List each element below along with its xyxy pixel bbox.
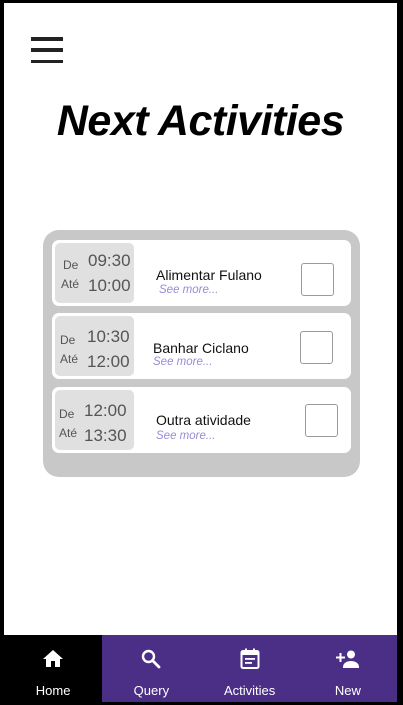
done-checkbox[interactable]	[301, 263, 334, 296]
to-label: Até	[61, 277, 80, 291]
time-range: De Até 09:30 10:00	[55, 243, 134, 303]
to-label: Até	[60, 352, 79, 366]
see-more-link[interactable]: See more...	[156, 430, 215, 442]
activity-card: De Até 09:30 10:00 Alimentar Fulano See …	[52, 240, 351, 306]
nav-item-home[interactable]: Home	[4, 635, 103, 702]
done-checkbox[interactable]	[300, 331, 333, 364]
activity-card: De Até 10:30 12:00 Banhar Ciclano See mo…	[52, 313, 351, 379]
activity-title: Outra atividade	[156, 412, 251, 428]
activity-card: De Até 12:00 13:30 Outra atividade See m…	[52, 387, 351, 453]
time-range: De Até 10:30 12:00	[55, 316, 134, 376]
start-time: 10:30	[87, 327, 130, 346]
calendar-icon	[240, 648, 260, 669]
nav-label: New	[334, 683, 361, 698]
end-time: 10:00	[88, 276, 131, 295]
from-label: De	[59, 407, 75, 421]
menu-bar	[31, 37, 63, 41]
menu-bar	[31, 59, 63, 63]
nav-label: Activities	[223, 683, 276, 698]
nav-label: Query	[133, 683, 170, 698]
done-checkbox[interactable]	[305, 404, 338, 437]
activities-panel: De Até 09:30 10:00 Alimentar Fulano See …	[43, 230, 360, 477]
search-icon	[142, 649, 161, 669]
nav-item-new[interactable]: New	[299, 635, 397, 702]
add-person-icon	[335, 650, 359, 668]
from-label: De	[60, 333, 76, 347]
page-title: Next Activities	[56, 97, 345, 145]
hamburger-menu-icon[interactable]	[31, 37, 65, 63]
start-time: 12:00	[84, 401, 127, 420]
to-label: Até	[59, 426, 78, 440]
nav-item-query[interactable]: Query	[102, 635, 200, 702]
end-time: 12:00	[87, 352, 130, 371]
menu-bar	[31, 48, 63, 52]
end-time: 13:30	[84, 426, 127, 445]
activity-title: Alimentar Fulano	[156, 267, 262, 283]
home-icon	[43, 650, 64, 667]
start-time: 09:30	[88, 251, 131, 270]
time-range: De Até 12:00 13:30	[55, 390, 134, 450]
from-label: De	[63, 258, 79, 272]
see-more-link[interactable]: See more...	[153, 356, 212, 368]
activity-title: Banhar Ciclano	[153, 340, 249, 356]
app-screen: Next Activities De Até 09:30 10:00 Alime…	[4, 3, 397, 702]
see-more-link[interactable]: See more...	[159, 284, 218, 296]
nav-item-activities[interactable]: Activities	[201, 635, 299, 702]
nav-label: Home	[35, 683, 71, 698]
bottom-navigation: Home Query Activities New	[4, 635, 397, 702]
